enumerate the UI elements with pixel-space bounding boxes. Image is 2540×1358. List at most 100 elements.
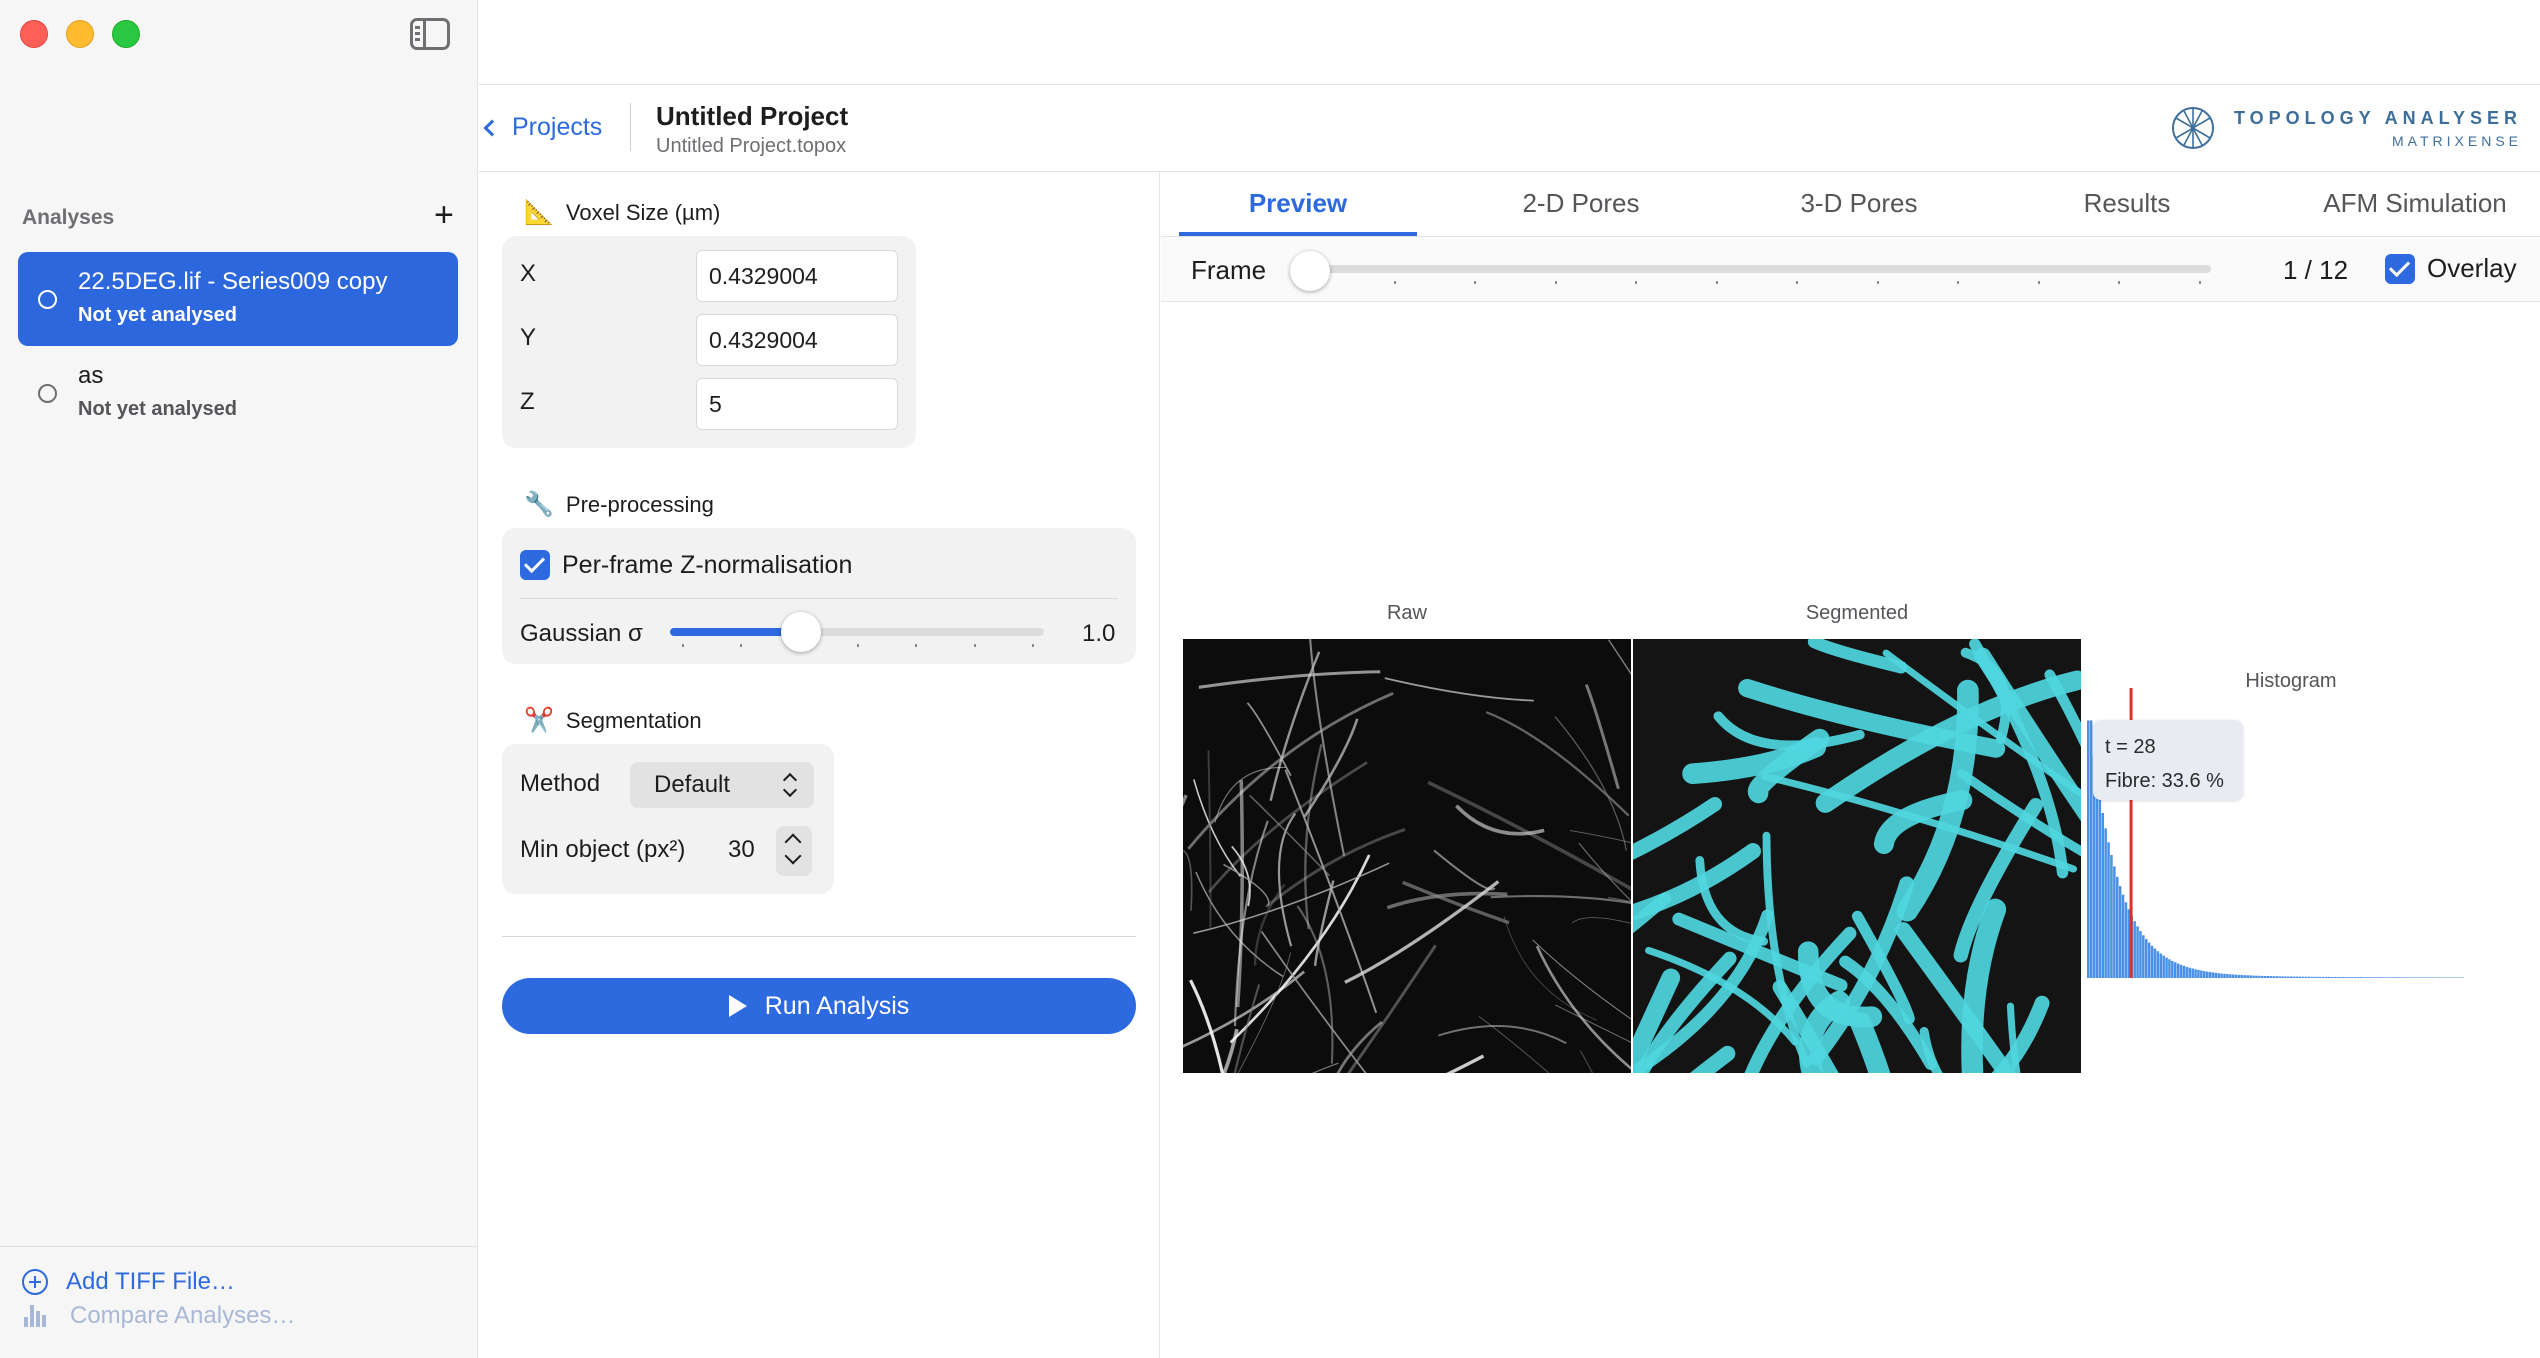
run-analysis-button[interactable]: Run Analysis <box>502 978 1136 1034</box>
bar-chart-icon <box>24 1305 48 1327</box>
histogram-bar <box>2150 945 2154 978</box>
histogram-bar <box>2455 977 2458 978</box>
histogram-bar <box>2388 977 2392 978</box>
raw-fibre <box>1235 780 1244 1008</box>
histogram-bar <box>2429 977 2432 978</box>
histogram-bar <box>2437 977 2441 978</box>
raw-fibre <box>1532 939 1631 1020</box>
z-normalisation-checkbox-row[interactable]: Per-frame Z-normalisation <box>520 550 852 580</box>
histogram-bar <box>2353 977 2357 978</box>
raw-fibre <box>1554 1004 1631 1043</box>
histogram-bar <box>2234 974 2238 978</box>
analysis-item-as[interactable]: as Not yet analysed <box>18 346 458 440</box>
tab-results[interactable]: Results <box>2017 188 2237 219</box>
projects-back-button[interactable]: Projects <box>483 113 602 142</box>
histogram-bar <box>2324 976 2328 978</box>
z-normalisation-checkbox[interactable] <box>520 550 550 580</box>
histogram-bar <box>2374 977 2377 978</box>
histogram-bar <box>2423 977 2426 978</box>
histogram-bar <box>2116 876 2119 978</box>
frame-slider-knob[interactable] <box>1290 251 1331 291</box>
histogram-bar <box>2113 866 2116 978</box>
min-object-value[interactable]: 30 <box>728 836 755 864</box>
voxel-z-input[interactable]: 5 <box>696 378 898 430</box>
raw-fibre <box>1309 639 1346 857</box>
histogram-bar <box>2147 942 2151 978</box>
histogram-bar <box>2191 968 2194 978</box>
zoom-window-button[interactable] <box>112 20 140 48</box>
histogram-bar <box>2107 842 2110 978</box>
analysis-title: 22.5DEG.lif - Series009 copy <box>78 268 388 295</box>
radio-circle-icon <box>38 290 57 309</box>
histogram-bar <box>2171 960 2174 978</box>
min-object-label: Min object (px²) <box>520 836 686 863</box>
raw-fibre <box>1446 1054 1485 1073</box>
histogram-bar <box>2359 977 2363 978</box>
histogram-bar <box>2362 977 2365 978</box>
histogram-bar <box>2371 977 2374 978</box>
tab-3d-pores[interactable]: 3-D Pores <box>1739 188 1979 219</box>
tooltip-fibre-fraction: Fibre: 33.6 % <box>2105 770 2224 792</box>
tab-preview[interactable]: Preview <box>1179 188 1417 219</box>
histogram-bar <box>2165 957 2168 978</box>
tooltip-threshold: t = 28 <box>2105 736 2156 758</box>
histogram-bar <box>2397 977 2400 978</box>
analyses-header: Analyses <box>22 206 115 229</box>
sidebar-toggle-icon[interactable] <box>410 18 450 50</box>
histogram-bar <box>2194 969 2197 978</box>
preprocessing-section-label: 🔧 Pre-processing <box>524 490 714 519</box>
histogram-bar <box>2182 965 2186 978</box>
histogram-bar <box>2417 977 2421 978</box>
chevron-up-down-icon <box>782 772 796 798</box>
tab-afm-simulation[interactable]: AFM Simulation <box>2305 188 2525 219</box>
raw-fibre <box>1198 670 1381 689</box>
histogram-tooltip: t = 28 Fibre: 33.6 % <box>2093 720 2243 800</box>
voxel-size-section-label: 📐 Voxel Size (µm) <box>524 198 720 227</box>
histogram-bar <box>2249 975 2252 978</box>
histogram-bar <box>2350 977 2354 978</box>
voxel-z-label: Z <box>520 388 535 415</box>
sidebar-footer-divider <box>0 1246 478 1247</box>
histogram-bar <box>2176 963 2180 978</box>
segmented-fibre <box>1849 1011 1891 1073</box>
tab-2d-pores[interactable]: 2-D Pores <box>1461 188 1701 219</box>
histogram-bar <box>2174 962 2177 978</box>
compare-analyses-button[interactable]: Compare Analyses… <box>24 1302 295 1330</box>
overlay-checkbox[interactable] <box>2385 253 2415 284</box>
histogram-bar <box>2255 975 2258 978</box>
histogram-bar <box>2400 977 2403 978</box>
add-tiff-button[interactable]: Add TIFF File… <box>22 1268 235 1296</box>
analysis-status: Not yet analysed <box>78 398 237 420</box>
raw-fibre <box>1304 744 1323 930</box>
raw-fibre <box>1193 779 1241 877</box>
histogram-bar <box>2295 976 2299 978</box>
overlay-checkbox-row[interactable]: Overlay <box>2385 253 2517 284</box>
voxel-x-input[interactable]: 0.4329004 <box>696 250 898 302</box>
histogram-bar <box>2162 955 2165 978</box>
tab-bar: Preview 2-D Pores 3-D Pores Results AFM … <box>1161 172 2540 236</box>
histogram-bar <box>2426 977 2429 978</box>
voxel-y-input[interactable]: 0.4329004 <box>696 314 898 366</box>
close-window-button[interactable] <box>20 20 48 48</box>
method-label: Method <box>520 770 601 797</box>
stepper-down-icon[interactable] <box>784 847 802 865</box>
frame-slider[interactable] <box>1301 265 2211 273</box>
project-title: Untitled Project <box>656 101 849 131</box>
histogram-bar <box>2101 813 2104 978</box>
histogram-bar <box>2185 966 2189 978</box>
histogram-bar <box>2403 977 2406 978</box>
minimize-window-button[interactable] <box>66 20 94 48</box>
histogram-bar <box>2316 976 2319 978</box>
histogram-bar <box>2290 976 2293 978</box>
gaussian-sigma-slider-knob[interactable] <box>780 612 821 652</box>
histogram-bar <box>2229 974 2232 978</box>
analysis-item-series009[interactable]: 22.5DEG.lif - Series009 copy Not yet ana… <box>18 252 458 346</box>
gaussian-sigma-slider[interactable] <box>670 628 1044 636</box>
method-select[interactable]: Default <box>630 762 814 808</box>
add-analysis-button[interactable]: + <box>434 198 454 232</box>
raw-fibre <box>1490 895 1631 905</box>
histogram-bar <box>2188 967 2191 978</box>
sidebar: Analyses + 22.5DEG.lif - Series009 copy … <box>0 0 478 1358</box>
min-object-stepper[interactable] <box>776 826 812 876</box>
histogram-bar <box>2200 970 2203 978</box>
